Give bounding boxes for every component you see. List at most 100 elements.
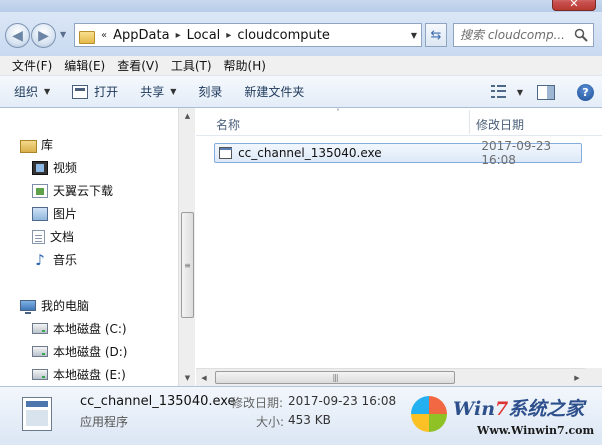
exe-file-icon xyxy=(219,147,233,159)
menu-file[interactable]: 文件(F) xyxy=(6,57,58,74)
nav-drive-d[interactable]: 本地磁盘 (D:) xyxy=(32,343,127,360)
horizontal-scrollbar[interactable]: ◀ ||| ▶ xyxy=(196,368,585,386)
menu-view[interactable]: 查看(V) xyxy=(111,57,165,74)
column-header-name[interactable]: 名称 xyxy=(216,116,240,133)
organize-label: 组织 xyxy=(14,85,39,99)
breadcrumb-local[interactable]: Local xyxy=(187,28,221,43)
nav-item-video[interactable]: 视频 xyxy=(32,159,77,176)
nav-computer-label: 我的电脑 xyxy=(41,299,90,313)
nav-library[interactable]: 库 xyxy=(20,136,53,153)
breadcrumb-appdata[interactable]: AppData xyxy=(113,28,169,43)
refresh-icon: ⇆ xyxy=(430,27,442,43)
hard-drive-icon xyxy=(32,346,48,357)
new-folder-button[interactable]: 新建文件夹 xyxy=(244,83,304,100)
help-icon[interactable]: ? xyxy=(577,83,594,101)
nav-drive-label: 本地磁盘 (D:) xyxy=(53,345,128,359)
new-folder-label: 新建文件夹 xyxy=(244,85,305,99)
preview-pane-icon[interactable] xyxy=(537,84,555,100)
scroll-right-icon[interactable]: ▶ xyxy=(569,369,585,387)
download-folder-icon xyxy=(32,183,48,198)
address-row: ◀ ▶ ▼ « AppData ▸ Local ▸ cloudcompute ▼… xyxy=(0,12,602,56)
chevron-down-icon: ▼ xyxy=(170,87,177,96)
exe-file-large-icon xyxy=(22,397,52,431)
breadcrumb-separator-icon[interactable]: ▸ xyxy=(226,30,231,41)
title-bar: ✕ xyxy=(0,0,602,12)
nav-item-music[interactable]: ♪ 音乐 xyxy=(32,251,77,268)
menu-bar: 文件(F) 编辑(E) 查看(V) 工具(T) 帮助(H) xyxy=(0,56,602,76)
details-size-value: 453 KB xyxy=(288,413,331,427)
hard-drive-icon xyxy=(32,369,48,380)
nav-item-label: 音乐 xyxy=(53,253,78,267)
file-modified: 2017-09-23 16:08 xyxy=(481,139,552,167)
details-size-label: 大小: xyxy=(256,415,285,429)
menu-tools[interactable]: 工具(T) xyxy=(165,57,218,74)
table-row[interactable]: cc_channel_135040.exe 2017-09-23 16:08 xyxy=(214,139,582,167)
burn-button[interactable]: 刻录 xyxy=(198,83,222,100)
toolbar-right-group: ▼ ? xyxy=(490,76,594,108)
nav-item-documents[interactable]: 文档 xyxy=(32,228,74,245)
video-icon xyxy=(32,160,48,175)
column-header-modified[interactable]: 修改日期 xyxy=(476,116,524,133)
nav-drive-e[interactable]: 本地磁盘 (E:) xyxy=(32,366,126,383)
folder-icon xyxy=(79,29,95,44)
nav-drive-label: 本地磁盘 (C:) xyxy=(53,322,127,336)
search-box[interactable] xyxy=(453,23,594,47)
nav-item-label: 文档 xyxy=(50,230,75,244)
arrow-right-icon: ▶ xyxy=(38,27,49,44)
nav-item-tianyi-download[interactable]: 天翼云下载 xyxy=(32,182,113,199)
scrollbar-corner xyxy=(585,368,602,386)
navigation-pane: 库 视频 天翼云下载 图片 文档 ♪ 音乐 我的电脑 本地磁盘 (C:) 本地磁… xyxy=(0,108,195,386)
navigation-pane-scrollbar[interactable]: ▲ ≡ ▼ xyxy=(178,108,195,386)
open-label: 打开 xyxy=(94,85,119,99)
document-icon xyxy=(32,229,45,244)
column-header-row: ˄ 名称 修改日期 xyxy=(196,108,602,136)
breadcrumb-separator-icon[interactable]: ▸ xyxy=(176,30,181,41)
watermark-brand: Win7系统之家 xyxy=(453,398,585,420)
menu-help[interactable]: 帮助(H) xyxy=(218,57,272,74)
details-file-type: 应用程序 xyxy=(80,415,129,429)
arrow-left-icon: ◀ xyxy=(12,27,23,44)
scrollbar-thumb[interactable]: ≡ xyxy=(181,212,194,318)
hard-drive-icon xyxy=(32,323,48,334)
overflow-chevron-icon[interactable]: « xyxy=(101,30,107,41)
burn-label: 刻录 xyxy=(198,85,223,99)
column-divider[interactable] xyxy=(469,110,470,134)
picture-icon xyxy=(32,206,48,221)
nav-library-label: 库 xyxy=(41,138,54,152)
close-button[interactable]: ✕ xyxy=(552,0,596,11)
organize-button[interactable]: 组织 ▼ xyxy=(14,83,50,100)
view-dropdown-icon[interactable]: ▼ xyxy=(517,88,523,97)
scroll-left-icon[interactable]: ◀ xyxy=(196,369,212,387)
details-file-name: cc_channel_135040.exe xyxy=(80,394,236,409)
close-icon: ✕ xyxy=(569,0,579,10)
chevron-down-icon: ▼ xyxy=(44,87,51,96)
share-button[interactable]: 共享 ▼ xyxy=(140,83,176,100)
open-button[interactable]: 打开 xyxy=(72,83,118,100)
nav-drive-label: 本地磁盘 (E:) xyxy=(53,368,126,382)
breadcrumb-cloudcompute[interactable]: cloudcompute xyxy=(237,28,330,43)
nav-item-label: 图片 xyxy=(53,207,78,221)
file-list: ˄ 名称 修改日期 cc_channel_135040.exe 2017-09-… xyxy=(196,108,602,386)
address-bar[interactable]: « AppData ▸ Local ▸ cloudcompute ▼ xyxy=(74,23,422,47)
library-icon xyxy=(20,138,37,153)
forward-button[interactable]: ▶ xyxy=(31,23,56,48)
address-dropdown-icon[interactable]: ▼ xyxy=(411,31,417,40)
nav-drive-c[interactable]: 本地磁盘 (C:) xyxy=(32,320,127,337)
menu-edit[interactable]: 编辑(E) xyxy=(58,57,111,74)
view-options-icon[interactable] xyxy=(490,85,507,99)
share-label: 共享 xyxy=(140,85,165,99)
scroll-down-icon[interactable]: ▼ xyxy=(179,370,196,386)
nav-item-label: 视频 xyxy=(53,161,78,175)
nav-computer[interactable]: 我的电脑 xyxy=(20,297,89,314)
search-icon[interactable] xyxy=(574,28,588,42)
watermark-url: Www.Winwin7.com xyxy=(477,424,595,437)
back-button[interactable]: ◀ xyxy=(5,23,30,48)
nav-item-pictures[interactable]: 图片 xyxy=(32,205,77,222)
search-input[interactable] xyxy=(460,28,572,42)
refresh-button[interactable]: ⇆ xyxy=(425,23,447,47)
recent-pages-dropdown[interactable]: ▼ xyxy=(60,30,66,39)
scroll-up-icon[interactable]: ▲ xyxy=(179,108,196,124)
scrollbar-thumb[interactable]: ||| xyxy=(215,371,455,384)
details-modified-value: 2017-09-23 16:08 xyxy=(288,394,397,408)
sort-ascending-icon: ˄ xyxy=(336,108,340,117)
